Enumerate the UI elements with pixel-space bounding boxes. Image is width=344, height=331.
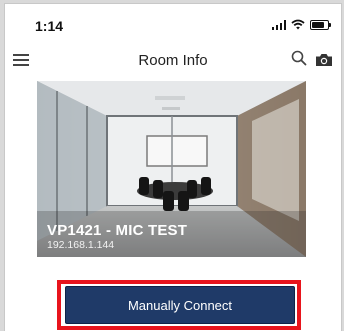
- manually-connect-button[interactable]: Manually Connect: [65, 286, 295, 324]
- status-icons: [271, 19, 331, 30]
- signal-icon: [271, 20, 286, 30]
- room-card[interactable]: VP1421 - MIC TEST 192.168.1.144: [37, 81, 306, 257]
- room-ip-address: 192.168.1.144: [47, 239, 115, 251]
- battery-icon: [310, 20, 331, 30]
- camera-icon[interactable]: [315, 53, 333, 67]
- status-time: 1:14: [35, 18, 64, 34]
- wifi-icon: [291, 19, 305, 30]
- phone-screen: 1:14 Room Info VP1421 - MIC TEST 192.168…: [4, 3, 342, 331]
- search-icon[interactable]: [291, 50, 307, 66]
- room-name: VP1421 - MIC TEST: [47, 222, 188, 239]
